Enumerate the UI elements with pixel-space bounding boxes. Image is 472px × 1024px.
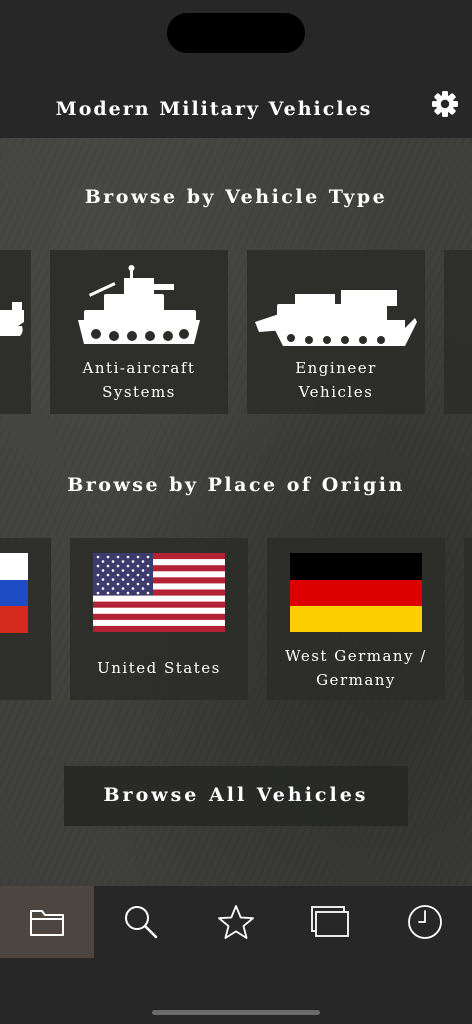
tab-search[interactable] bbox=[94, 886, 188, 958]
origin-card-united-states[interactable]: United States bbox=[70, 538, 248, 700]
browse-content[interactable]: Browse by Vehicle Type Anti-aircraft Sys… bbox=[0, 138, 472, 886]
origin-card-partial[interactable] bbox=[464, 538, 472, 700]
tab-collections[interactable] bbox=[283, 886, 377, 958]
germany-flag-icon bbox=[290, 553, 422, 632]
card-label-line1: Engineer bbox=[295, 359, 377, 377]
tab-favorites[interactable] bbox=[189, 886, 283, 958]
home-indicator[interactable] bbox=[152, 1010, 320, 1015]
card-label-line2: Germany bbox=[316, 671, 396, 689]
engineer-vehicle-icon bbox=[255, 290, 417, 346]
tab-browse[interactable] bbox=[0, 886, 94, 958]
card-label-line1: West Germany / bbox=[285, 647, 427, 665]
vehicle-type-card-partial[interactable] bbox=[444, 250, 472, 414]
origin-card-partial[interactable] bbox=[0, 538, 51, 700]
browse-all-label: Browse All Vehicles bbox=[103, 784, 369, 806]
vehicle-type-card-anti-aircraft[interactable]: Anti-aircraft Systems bbox=[50, 250, 228, 414]
search-icon bbox=[125, 906, 158, 939]
russia-flag-icon bbox=[0, 553, 28, 633]
vehicle-type-card-partial[interactable] bbox=[0, 250, 31, 414]
origin-card-germany[interactable]: West Germany / Germany bbox=[267, 538, 445, 700]
card-label-line1: Anti-aircraft bbox=[82, 359, 196, 377]
tank-silhouette-icon bbox=[0, 302, 24, 336]
star-icon bbox=[218, 905, 254, 939]
nav-bar: Modern Military Vehicles bbox=[0, 84, 472, 138]
browse-all-button[interactable]: Browse All Vehicles bbox=[64, 766, 408, 826]
gear-icon[interactable] bbox=[429, 88, 461, 120]
clock-icon bbox=[408, 905, 442, 939]
page-title: Modern Military Vehicles bbox=[55, 98, 373, 120]
dynamic-island bbox=[167, 13, 305, 53]
vehicle-type-card-engineer[interactable]: Engineer Vehicles bbox=[247, 250, 425, 414]
folder-icon bbox=[30, 910, 64, 936]
card-label-line2: Vehicles bbox=[298, 383, 374, 401]
tab-bar bbox=[0, 886, 472, 958]
status-bar bbox=[0, 0, 472, 84]
vehicle-type-section-title: Browse by Vehicle Type bbox=[84, 186, 388, 208]
origin-section-title: Browse by Place of Origin bbox=[67, 474, 405, 496]
card-label-line1: United States bbox=[97, 659, 221, 677]
tab-history[interactable] bbox=[378, 886, 472, 958]
cards-icon bbox=[311, 906, 349, 937]
card-label-line2: Systems bbox=[102, 383, 176, 401]
us-flag-icon bbox=[93, 553, 225, 632]
anti-aircraft-vehicle-icon bbox=[78, 265, 200, 344]
